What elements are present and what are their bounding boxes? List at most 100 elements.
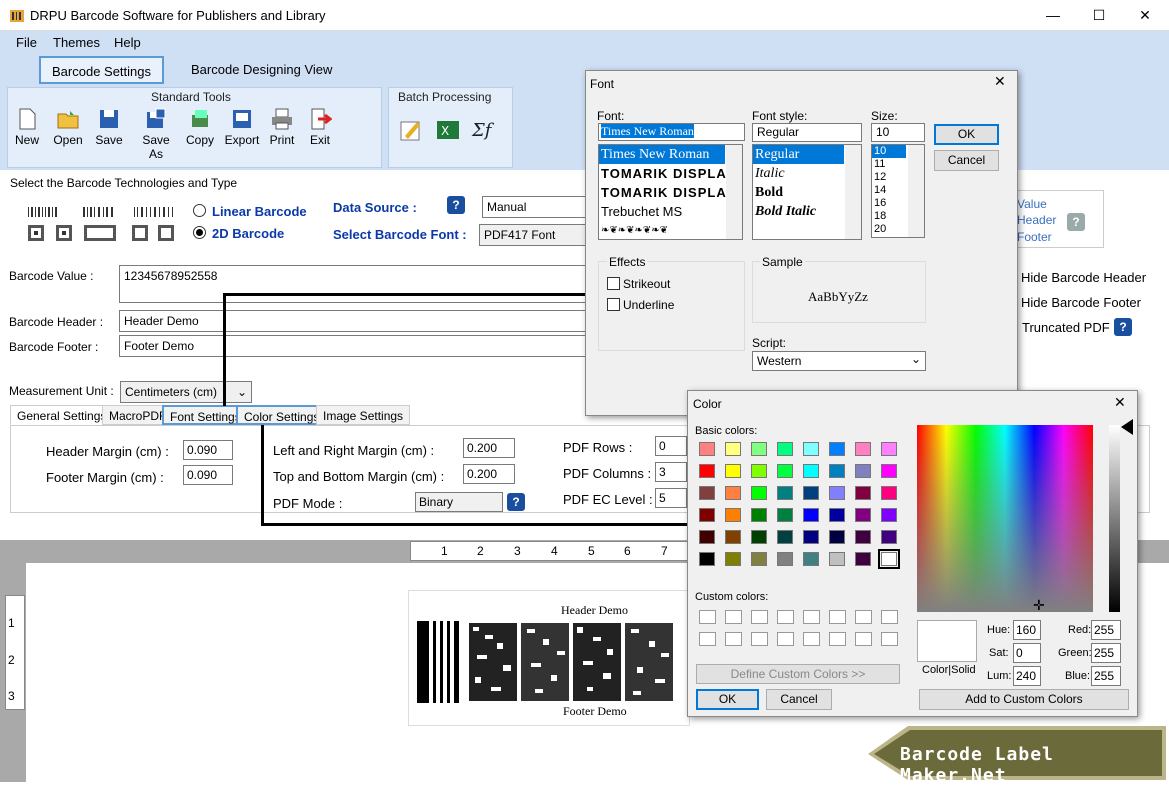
batch-excel-icon[interactable]: X xyxy=(435,118,463,142)
custom-color-swatch[interactable] xyxy=(725,610,742,624)
tab-color-settings[interactable]: Color Settings xyxy=(236,405,328,425)
tab-image-settings[interactable]: Image Settings xyxy=(316,405,411,425)
font-list-item[interactable]: TOMARIK DISPLA xyxy=(599,164,742,183)
help-icon[interactable]: ? xyxy=(447,196,465,214)
custom-color-swatch[interactable] xyxy=(855,632,872,646)
basic-color-swatch[interactable] xyxy=(725,442,741,456)
basic-color-swatch[interactable] xyxy=(855,486,871,500)
truncated-pdf-option[interactable]: Truncated PDF xyxy=(1022,320,1110,335)
basic-color-swatch[interactable] xyxy=(855,464,871,478)
basic-color-swatch[interactable] xyxy=(829,486,845,500)
export-button[interactable]: Export xyxy=(220,107,264,147)
font-ok-button[interactable]: OK xyxy=(934,124,999,145)
hide-header-option[interactable]: Hide Barcode Header xyxy=(1021,270,1146,285)
pdf-columns-spinner[interactable]: 3 xyxy=(655,462,687,482)
basic-color-swatch[interactable] xyxy=(751,552,767,566)
size-list[interactable]: 10 11 12 14 16 18 20 xyxy=(871,144,925,238)
basic-color-swatch[interactable] xyxy=(751,486,767,500)
custom-color-swatch[interactable] xyxy=(881,610,898,624)
font-style-list[interactable]: Regular Italic Bold Bold Italic xyxy=(752,144,862,240)
pdf-mode-select[interactable]: Binary xyxy=(415,492,503,512)
font-list-item[interactable]: TOMARIK DISPLA xyxy=(599,183,742,202)
font-cancel-button[interactable]: Cancel xyxy=(934,150,999,171)
barcode-header-input[interactable]: Header Demo xyxy=(119,310,586,332)
basic-color-swatch[interactable] xyxy=(803,464,819,478)
basic-color-swatch[interactable] xyxy=(725,486,741,500)
basic-color-swatch[interactable] xyxy=(777,552,793,566)
exit-button[interactable]: Exit xyxy=(298,107,342,147)
measurement-unit-select[interactable]: Centimeters (cm) ⌄ xyxy=(120,381,252,403)
basic-color-swatch[interactable] xyxy=(855,442,871,456)
color-ok-button[interactable]: OK xyxy=(696,689,759,710)
custom-color-swatch[interactable] xyxy=(751,632,768,646)
menu-help[interactable]: Help xyxy=(114,35,141,50)
scrollbar[interactable] xyxy=(845,145,861,239)
basic-color-swatch[interactable] xyxy=(829,442,845,456)
script-select[interactable]: Western ⌄ xyxy=(752,351,926,371)
close-button[interactable]: ✕ xyxy=(1122,0,1168,31)
basic-color-swatch[interactable] xyxy=(855,508,871,522)
2d-radio[interactable] xyxy=(193,226,206,239)
batch-edit-icon[interactable] xyxy=(399,118,425,142)
linear-radio[interactable] xyxy=(193,204,206,217)
help-icon[interactable]: ? xyxy=(1067,213,1085,231)
basic-color-swatch[interactable] xyxy=(829,464,845,478)
barcode-preview[interactable]: Header Demo Footer Demo xyxy=(408,590,690,726)
scrollbar[interactable] xyxy=(726,145,742,239)
help-icon[interactable]: ? xyxy=(507,493,525,511)
tb-margin-spinner[interactable]: 0.200 xyxy=(463,464,515,484)
blue-input[interactable]: 255 xyxy=(1091,666,1121,686)
close-icon[interactable]: ✕ xyxy=(994,73,1006,90)
custom-color-swatch[interactable] xyxy=(777,610,794,624)
basic-color-swatch[interactable] xyxy=(699,552,715,566)
custom-color-swatch[interactable] xyxy=(751,610,768,624)
minimize-button[interactable]: — xyxy=(1030,0,1076,31)
header-option[interactable]: Header xyxy=(1017,213,1056,227)
value-option[interactable]: Value xyxy=(1017,197,1047,211)
basic-color-swatch[interactable] xyxy=(751,530,767,544)
tab-designing-view[interactable]: Barcode Designing View xyxy=(180,56,343,84)
copy-button[interactable]: Copy xyxy=(178,107,222,147)
color-spectrum[interactable]: ✛ xyxy=(917,425,1093,613)
tab-general-settings[interactable]: General Settings xyxy=(10,405,114,425)
basic-color-swatch[interactable] xyxy=(878,549,900,569)
menu-file[interactable]: File xyxy=(16,35,37,50)
basic-color-swatch[interactable] xyxy=(803,486,819,500)
basic-color-swatch[interactable] xyxy=(881,464,897,478)
pdf-ec-spinner[interactable]: 5 xyxy=(655,488,687,508)
hide-footer-option[interactable]: Hide Barcode Footer xyxy=(1021,295,1141,310)
font-list[interactable]: Times New Roman TOMARIK DISPLA TOMARIK D… xyxy=(598,144,743,240)
formula-icon[interactable]: Σ𝑓 xyxy=(471,118,501,142)
custom-color-swatch[interactable] xyxy=(777,632,794,646)
lum-input[interactable]: 240 xyxy=(1013,666,1041,686)
luminance-pointer-icon[interactable] xyxy=(1121,419,1135,437)
basic-color-swatch[interactable] xyxy=(751,442,767,456)
basic-color-swatch[interactable] xyxy=(803,508,819,522)
barcode-footer-input[interactable]: Footer Demo xyxy=(119,335,586,357)
custom-color-swatch[interactable] xyxy=(699,632,716,646)
barcode-font-select[interactable]: PDF417 Font xyxy=(479,224,586,246)
basic-color-swatch[interactable] xyxy=(881,508,897,522)
strikeout-label[interactable]: Strikeout xyxy=(623,277,670,291)
barcode-value-input[interactable]: 12345678952558 xyxy=(119,265,586,303)
custom-color-swatch[interactable] xyxy=(803,632,820,646)
basic-color-swatch[interactable] xyxy=(699,530,715,544)
basic-color-swatch[interactable] xyxy=(777,486,793,500)
2d-barcode-label[interactable]: 2D Barcode xyxy=(212,226,284,241)
color-cancel-button[interactable]: Cancel xyxy=(766,689,832,710)
custom-color-swatch[interactable] xyxy=(881,632,898,646)
scrollbar[interactable] xyxy=(908,145,924,237)
hue-input[interactable]: 160 xyxy=(1013,620,1041,640)
green-input[interactable]: 255 xyxy=(1091,643,1121,663)
basic-color-swatch[interactable] xyxy=(829,552,845,566)
sat-input[interactable]: 0 xyxy=(1013,643,1041,663)
custom-color-swatch[interactable] xyxy=(829,632,846,646)
strikeout-checkbox[interactable] xyxy=(607,277,620,290)
basic-color-swatch[interactable] xyxy=(751,464,767,478)
basic-color-swatch[interactable] xyxy=(699,442,715,456)
basic-color-swatch[interactable] xyxy=(751,508,767,522)
underline-checkbox[interactable] xyxy=(607,298,620,311)
basic-color-swatch[interactable] xyxy=(699,486,715,500)
save-as-button[interactable]: Save As xyxy=(134,107,178,161)
save-button[interactable]: Save xyxy=(87,107,131,147)
